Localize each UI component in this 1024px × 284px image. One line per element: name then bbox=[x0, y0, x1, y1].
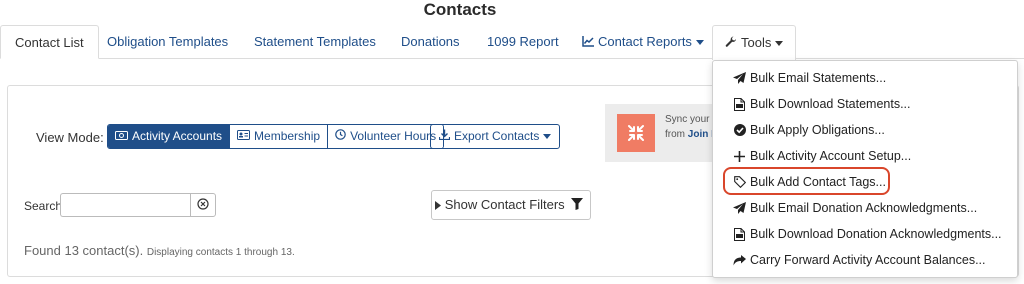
tab-label: 1099 Report bbox=[487, 34, 559, 49]
page-title: Contacts bbox=[423, 0, 497, 19]
menu-item-label: Bulk Add Contact Tags... bbox=[750, 175, 886, 189]
search-clear-button[interactable] bbox=[190, 193, 216, 217]
view-mode-volunteer-hours[interactable]: Volunteer Hours bbox=[328, 125, 444, 148]
menu-item-label: Bulk Email Statements... bbox=[750, 71, 887, 85]
menu-item-bulk-email-statements[interactable]: Bulk Email Statements... bbox=[713, 66, 1017, 90]
view-mode-toggle: Activity Accounts Membership Volunteer H… bbox=[107, 124, 445, 149]
sync-line2: from Join It bbox=[665, 127, 713, 142]
paper-plane-icon bbox=[733, 202, 746, 215]
tab-contact-reports[interactable]: Contact Reports bbox=[582, 25, 704, 59]
plus-icon bbox=[733, 150, 746, 163]
share-icon bbox=[733, 254, 746, 267]
money-icon bbox=[115, 125, 128, 148]
file-pdf-icon bbox=[733, 97, 746, 111]
menu-item-label: Bulk Activity Account Setup... bbox=[750, 149, 912, 163]
file-pdf-icon bbox=[733, 227, 746, 241]
filter-icon bbox=[571, 192, 584, 220]
show-contact-filters-label: Show Contact Filters bbox=[444, 197, 565, 212]
menu-item-bulk-apply-obligations[interactable]: Bulk Apply Obligations... bbox=[713, 118, 1017, 142]
menu-item-bulk-download-statements[interactable]: Bulk Download Statements... bbox=[713, 92, 1017, 116]
chevron-down-icon bbox=[695, 40, 704, 46]
view-mode-membership[interactable]: Membership bbox=[230, 125, 329, 148]
wrench-icon bbox=[725, 27, 737, 61]
menu-item-bulk-email-donation-acknowledgments[interactable]: Bulk Email Donation Acknowledgments... bbox=[713, 196, 1017, 220]
caret-right-icon bbox=[434, 192, 441, 220]
sync-banner: Sync your l from Join It bbox=[605, 104, 715, 162]
menu-item-bulk-add-contact-tags[interactable]: Bulk Add Contact Tags... bbox=[713, 170, 1017, 194]
search-input[interactable] bbox=[60, 193, 191, 217]
tab-label: Obligation Templates bbox=[107, 34, 229, 49]
search-label: Search bbox=[24, 199, 63, 213]
tab-obligation-templates[interactable]: Obligation Templates bbox=[107, 25, 228, 59]
results-displaying: Displaying contacts 1 through 13. bbox=[146, 247, 295, 258]
sync-text: Sync your l from Join It bbox=[665, 112, 713, 142]
tab-label: Contact List bbox=[15, 35, 84, 50]
view-mode-label-text: Membership bbox=[254, 129, 321, 143]
tab-donations[interactable]: Donations bbox=[401, 25, 460, 59]
menu-item-label: Carry Forward Activity Account Balances.… bbox=[750, 253, 986, 267]
chevron-down-icon bbox=[543, 134, 552, 140]
check-circle-icon bbox=[733, 124, 746, 137]
tab-contact-list[interactable]: Contact List bbox=[0, 25, 99, 59]
view-mode-activity-accounts[interactable]: Activity Accounts bbox=[108, 125, 231, 148]
show-contact-filters-button[interactable]: Show Contact Filters bbox=[431, 190, 591, 220]
tools-dropdown-menu: Bulk Email Statements... Bulk Download S… bbox=[712, 60, 1018, 278]
menu-item-label: Bulk Email Donation Acknowledgments... bbox=[750, 201, 978, 215]
menu-item-carry-forward-balances[interactable]: Carry Forward Activity Account Balances.… bbox=[713, 248, 1017, 272]
tab-tools[interactable]: Tools bbox=[712, 25, 797, 61]
export-contacts-label: Export Contacts bbox=[454, 129, 540, 143]
export-contacts-button[interactable]: Export Contacts bbox=[430, 124, 561, 149]
tab-label: Donations bbox=[401, 34, 460, 49]
sync-join-link[interactable]: Join It bbox=[688, 129, 713, 140]
line-chart-icon bbox=[582, 26, 594, 60]
paper-plane-icon bbox=[733, 72, 746, 85]
view-mode-label: View Mode: bbox=[36, 130, 104, 145]
tag-icon bbox=[733, 176, 746, 189]
tab-label: Statement Templates bbox=[254, 34, 376, 49]
tab-label: Contact Reports bbox=[598, 34, 692, 49]
results-found: Found 13 contact(s). bbox=[24, 243, 144, 258]
menu-item-label: Bulk Download Donation Acknowledgments..… bbox=[750, 227, 1002, 241]
download-icon bbox=[438, 125, 451, 148]
sync-logo-icon bbox=[617, 114, 655, 152]
view-mode-label-text: Activity Accounts bbox=[132, 129, 223, 143]
view-mode-label-text: Volunteer Hours bbox=[350, 129, 437, 143]
clear-circle-icon bbox=[197, 197, 209, 213]
tab-bar: Contact List Obligation Templates Statem… bbox=[0, 25, 1024, 61]
menu-item-label: Bulk Download Statements... bbox=[750, 97, 911, 111]
menu-item-label: Bulk Apply Obligations... bbox=[750, 123, 885, 137]
results-summary: Found 13 contact(s). Displaying contacts… bbox=[24, 243, 295, 258]
id-card-icon bbox=[237, 125, 251, 148]
menu-item-bulk-download-donation-acknowledgments[interactable]: Bulk Download Donation Acknowledgments..… bbox=[713, 222, 1017, 246]
tab-label: Tools bbox=[741, 35, 772, 50]
tab-statement-templates[interactable]: Statement Templates bbox=[254, 25, 376, 59]
clock-icon bbox=[335, 125, 346, 148]
tab-1099-report[interactable]: 1099 Report bbox=[487, 25, 559, 59]
sync-line1: Sync your l bbox=[665, 114, 713, 125]
chevron-down-icon bbox=[775, 41, 784, 47]
sync-from: from bbox=[665, 129, 685, 140]
menu-item-bulk-activity-account-setup[interactable]: Bulk Activity Account Setup... bbox=[713, 144, 1017, 168]
